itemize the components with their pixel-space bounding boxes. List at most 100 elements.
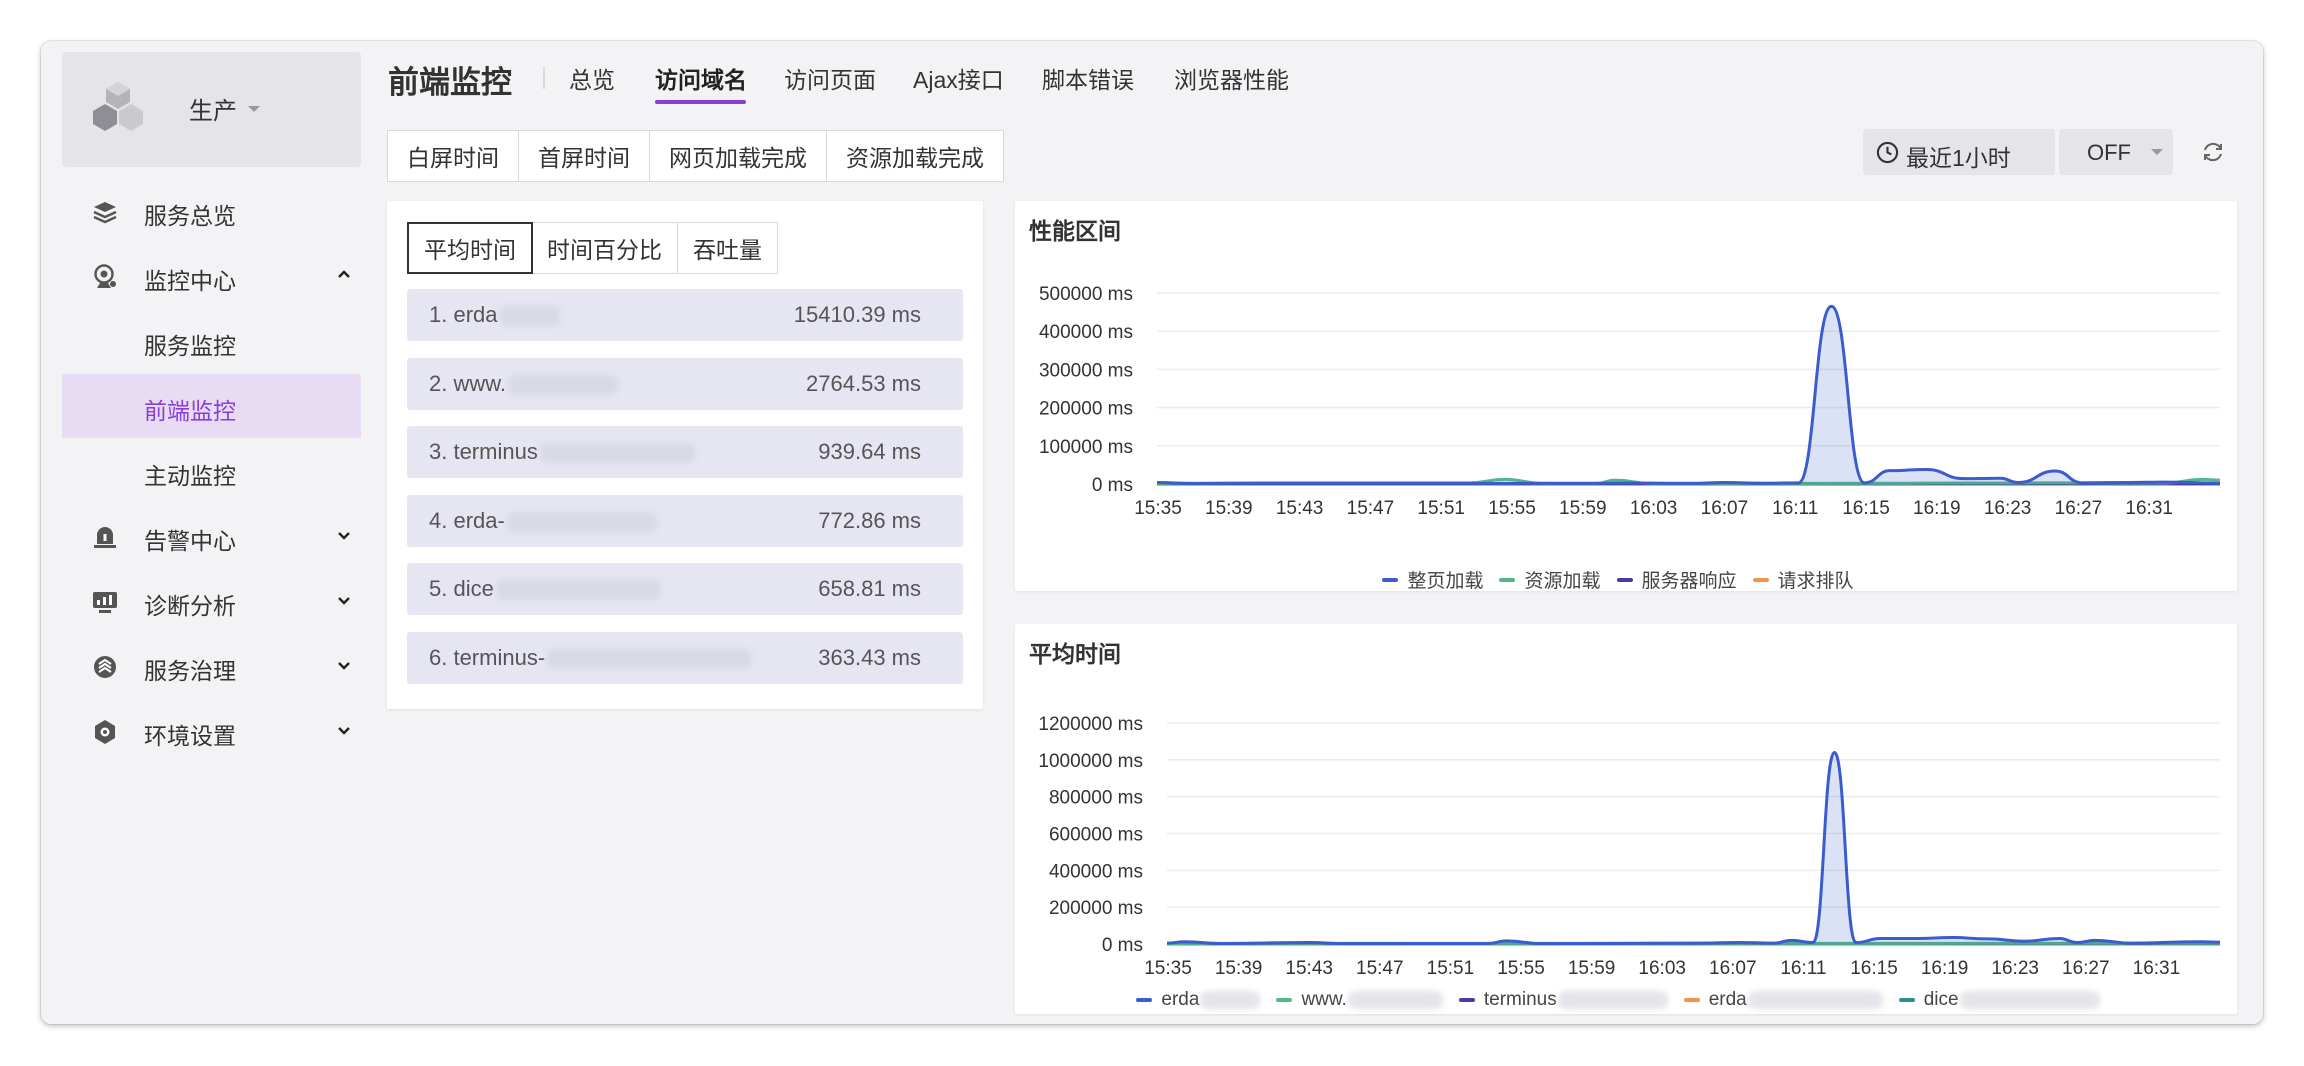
legend-item[interactable]: 资源加载 <box>1499 566 1601 593</box>
domain-name-text: 1. erda <box>429 302 498 327</box>
x-tick-label: 15:51 <box>1427 958 1475 979</box>
domain-name: 3. terminus <box>429 439 695 465</box>
ranking-tab-throughput[interactable]: 吞吐量 <box>678 223 777 273</box>
legend-item[interactable]: www. <box>1276 989 1443 1011</box>
legend-item[interactable]: dice <box>1898 989 2100 1011</box>
series-area <box>1157 306 2220 484</box>
series-line <box>1156 304 2221 486</box>
y-tick-label: 500000 ms <box>1039 284 1133 305</box>
x-tick-label: 15:43 <box>1285 958 1333 979</box>
list-item[interactable]: 6. terminus- 363.43 ms <box>407 631 963 684</box>
domain-avg-time: 939.64 ms <box>818 439 921 464</box>
menu-active-monitor[interactable]: 主动监控 <box>62 439 361 503</box>
menu-label: 主动监控 <box>144 463 236 489</box>
auto-refresh-value: OFF <box>2087 140 2131 165</box>
legend-swatch <box>1616 577 1633 582</box>
time-range-picker[interactable]: 最近1小时 <box>1863 129 2055 175</box>
redacted-text <box>1747 991 1883 1009</box>
x-tick-label: 15:47 <box>1356 958 1404 979</box>
x-tick-label: 15:55 <box>1497 958 1545 979</box>
redacted-text <box>499 306 560 327</box>
menu-env-settings[interactable]: 环境设置 <box>62 699 361 763</box>
chart-legend: erda www. terminus erda dice <box>1015 989 2237 1011</box>
menu-service-overview[interactable]: 服务总览 <box>62 179 361 243</box>
app-window: 生产 服务总览 监控中心 服务监控 前端监控 主动监控 告警中心 诊断分析 服务… <box>41 41 2263 1024</box>
refresh-icon[interactable] <box>2201 140 2225 164</box>
menu-label: 环境设置 <box>144 723 236 749</box>
x-tick-label: 16:03 <box>1638 958 1686 979</box>
cubes-logo-icon <box>93 82 143 131</box>
avg-time-chart: 1200000 ms 1000000 ms 800000 ms 600000 ms 40… <box>1038 714 2221 979</box>
tab-script-errors[interactable]: 脚本错误 <box>1042 61 1134 95</box>
tab-ajax[interactable]: Ajax接口 <box>913 61 1004 95</box>
perf-range-chart: 500000 ms 400000 ms 300000 ms 200000 ms 1000… <box>1039 284 2221 519</box>
menu-label: 监控中心 <box>144 268 236 294</box>
legend-label: erda <box>1708 989 1747 1010</box>
x-tick-label: 15:43 <box>1276 498 1324 519</box>
list-item[interactable]: 2. www. 2764.53 ms <box>407 357 963 410</box>
legend-item[interactable]: erda <box>1683 989 1883 1011</box>
menu-frontend-monitor[interactable]: 前端监控 <box>62 374 361 438</box>
clock-icon <box>1876 141 1899 164</box>
legend-item[interactable]: 整页加载 <box>1382 566 1483 593</box>
legend-item[interactable]: terminus <box>1458 989 1668 1011</box>
x-tick-label: 15:55 <box>1488 498 1536 519</box>
ranking-tab-avg-time[interactable]: 平均时间 <box>407 222 533 274</box>
domain-name: 1. erda <box>429 302 560 328</box>
legend-swatch <box>1898 998 1915 1002</box>
legend-label: 整页加载 <box>1407 571 1484 592</box>
domain-name: 5. dice <box>429 576 661 602</box>
domain-name-text: 2. www. <box>429 370 507 396</box>
legend-item[interactable]: 请求排队 <box>1752 566 1854 593</box>
legend-item[interactable]: 服务器响应 <box>1616 566 1737 593</box>
menu-diagnosis[interactable]: 诊断分析 <box>62 569 361 633</box>
x-tick-label: 15:35 <box>1134 498 1182 519</box>
metric-tab-first-screen[interactable]: 首屏时间 <box>519 131 650 181</box>
list-item[interactable]: 1. erda 15410.39 ms <box>407 289 963 341</box>
domain-name-text: 4. erda- <box>429 507 505 533</box>
menu-alarm-center[interactable]: 告警中心 <box>62 504 361 568</box>
domain-name: 4. erda- <box>429 508 657 534</box>
tab-browser-perf[interactable]: 浏览器性能 <box>1174 61 1289 95</box>
legend-label: 资源加载 <box>1524 571 1601 592</box>
domain-avg-time: 2764.53 ms <box>806 370 921 396</box>
legend-item[interactable]: erda <box>1136 989 1261 1011</box>
y-tick-label: 300000 ms <box>1039 360 1133 381</box>
tab-overview[interactable]: 总览 <box>569 61 615 95</box>
legend-swatch <box>1499 577 1516 582</box>
metric-tab-page-load[interactable]: 网页加载完成 <box>650 131 827 181</box>
tab-domains[interactable]: 访问域名 <box>655 61 747 95</box>
layers-icon <box>93 202 117 224</box>
metric-tab-white-screen[interactable]: 白屏时间 <box>388 131 519 181</box>
list-item[interactable]: 5. dice 658.81 ms <box>407 563 963 615</box>
auto-refresh-select[interactable]: OFF <box>2059 129 2173 175</box>
webcam-icon <box>94 264 116 288</box>
page-title: 前端监控 <box>388 65 512 100</box>
tab-pages[interactable]: 访问页面 <box>784 61 876 95</box>
menu-monitor-center[interactable]: 监控中心 <box>62 244 361 308</box>
legend-swatch <box>1382 577 1399 582</box>
chart-legend: 整页加载 资源加载 服务器响应 请求排队 <box>1015 566 2237 593</box>
list-item[interactable]: 4. erda- 772.86 ms <box>407 494 963 547</box>
x-tick-label: 16:07 <box>1709 958 1757 979</box>
env-label: 生产 <box>189 98 237 125</box>
menu-governance[interactable]: 服务治理 <box>62 634 361 698</box>
x-tick-label: 16:15 <box>1850 958 1898 979</box>
x-tick-label: 16:19 <box>1921 958 1969 979</box>
time-range-label: 最近1小时 <box>1906 145 2011 171</box>
domain-name: 2. www. <box>429 370 619 397</box>
menu-service-monitor[interactable]: 服务监控 <box>62 309 361 373</box>
x-tick-label: 16:27 <box>2055 498 2103 519</box>
menu-label: 告警中心 <box>144 528 236 554</box>
domain-avg-time: 658.81 ms <box>818 576 921 601</box>
env-switcher[interactable]: 生产 <box>62 52 361 167</box>
x-tick-label: 15:47 <box>1347 498 1395 519</box>
menu-label: 诊断分析 <box>144 593 236 619</box>
metric-tab-resource-load[interactable]: 资源加载完成 <box>827 131 1003 181</box>
domain-avg-time: 772.86 ms <box>818 507 921 533</box>
ranking-tab-percentile[interactable]: 时间百分比 <box>532 223 678 273</box>
x-tick-label: 16:27 <box>2062 958 2110 979</box>
list-item[interactable]: 3. terminus 939.64 ms <box>407 426 963 478</box>
domain-name-text: 3. terminus <box>429 439 538 464</box>
avg-time-chart-card: 平均时间 1200000 ms 1000000 ms 800000 ms 600000… <box>1015 624 2237 1014</box>
